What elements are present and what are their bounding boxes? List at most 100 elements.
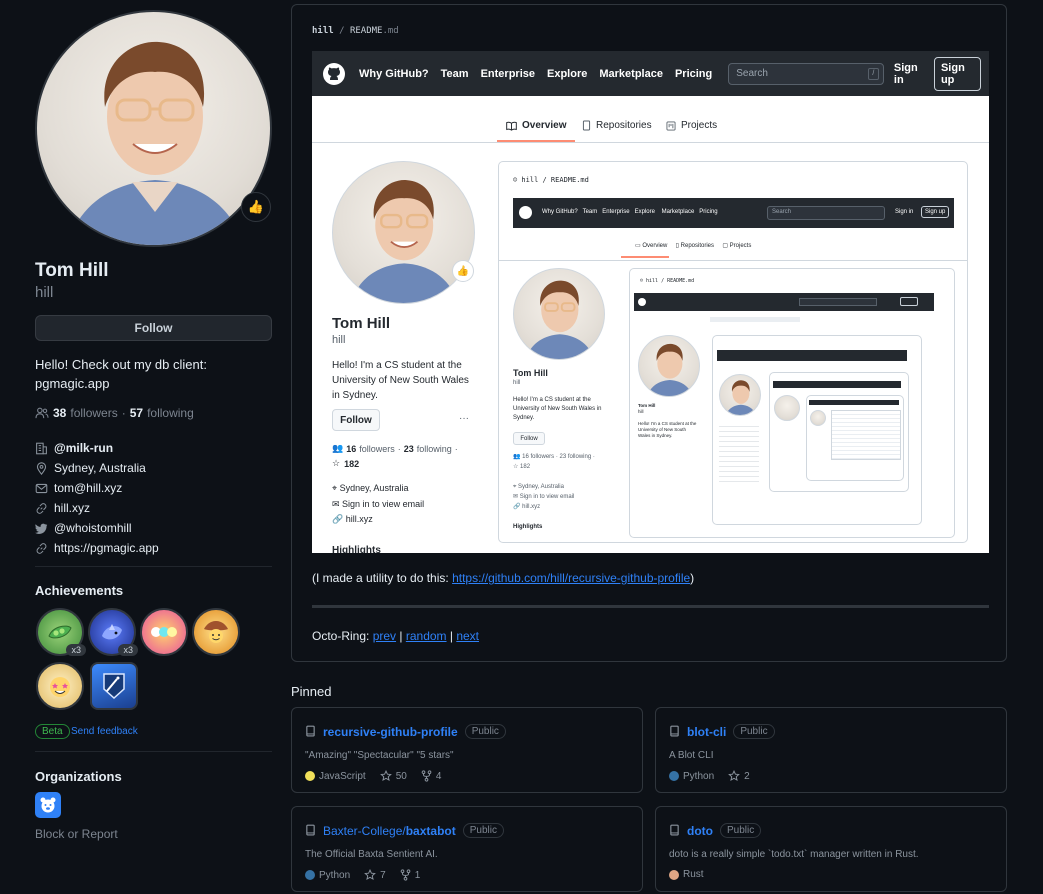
caption-prefix: (I made a utility to do this: (312, 571, 453, 585)
embedded-website: 🔗 hill.xyz (332, 514, 373, 525)
embedded-readme-frame[interactable]: ☺ hill / README.md Why GitHub? Team Ente… (498, 161, 968, 543)
pinned-repo-name-link[interactable]: Baxter-College/baxtabot (323, 824, 456, 838)
octo-ring-prev-link[interactable]: prev (373, 629, 396, 643)
tab-projects[interactable]: Projects (666, 120, 717, 131)
embedded-followers-label[interactable]: followers (359, 444, 395, 454)
yolo-icon (151, 627, 177, 637)
organization-icon (36, 442, 47, 454)
repo-forks-link[interactable]: 4 (421, 770, 441, 782)
profile-bio: Hello! Check out my db client: pgmagic.a… (35, 355, 272, 393)
visibility-badge: Public (733, 724, 775, 739)
embedded-follow-button[interactable]: Follow (332, 409, 380, 431)
embedded-status-emoji-icon[interactable]: 👍 (452, 260, 474, 282)
embedded-search-input[interactable]: Search / (728, 62, 884, 85)
visibility-badge: Public (464, 724, 506, 739)
email-link[interactable]: tom@hill.xyz (54, 481, 122, 495)
pinned-repo-meta: Python 7 1 (305, 869, 420, 881)
extra-link[interactable]: https://pgmagic.app (54, 541, 159, 555)
embedded-mini-header: Why GitHub? Team Enterprise Explore Mark… (513, 198, 954, 228)
embedded-location-text: Sydney, Australia (339, 483, 409, 493)
embedded-email-text[interactable]: Sign in to view email (342, 499, 424, 509)
status-emoji-icon[interactable]: 👍 (241, 192, 271, 222)
embedded-level2-header (634, 293, 934, 311)
embedded-github-header: Why GitHub? Team Enterprise Explore Mark… (312, 51, 989, 96)
repo-icon (670, 725, 679, 737)
embedded-nav-why-github[interactable]: Why GitHub? (359, 68, 429, 80)
send-feedback-link[interactable]: Send feedback (71, 726, 138, 737)
embedded-level3-text: Tom Hill hill Hello! I'm a CS student at t… (638, 403, 697, 438)
embedded-profile-tabs: Overview Repositories Projects (312, 113, 989, 143)
follow-dot: · (121, 406, 126, 420)
embedded-following-label[interactable]: following (417, 444, 452, 454)
follow-button[interactable]: Follow (35, 315, 272, 341)
achievement-badge-pull-shark[interactable]: x3 (88, 608, 138, 656)
repo-forks-count: 1 (414, 869, 421, 881)
achievements-title: Achievements (35, 583, 124, 598)
language-color-dot (669, 869, 679, 880)
readme-file[interactable]: README (350, 26, 383, 36)
embedded-sign-in-link[interactable]: Sign in (894, 62, 924, 86)
recursive-profile-link[interactable]: https://github.com/hill/recursive-github… (452, 571, 690, 585)
embedded-sign-up-button[interactable]: Sign up (933, 56, 981, 91)
embedded-nav-enterprise[interactable]: Enterprise (481, 68, 535, 80)
pinned-repo-header: doto Public (669, 823, 762, 838)
pinned-repo-name-link[interactable]: doto (687, 824, 713, 838)
website-link[interactable]: hill.xyz (54, 501, 90, 515)
block-or-report-link[interactable]: Block or Report (35, 827, 118, 841)
tab-overview-label: Overview (522, 120, 567, 131)
embedded-stars-count[interactable]: 182 (344, 459, 359, 469)
octo-ring-random-link[interactable]: random (406, 629, 447, 643)
repo-stars-link[interactable]: 50 (379, 770, 407, 782)
embedded-location: ⌖ Sydney, Australia (332, 483, 408, 494)
tab-overview[interactable]: Overview (506, 120, 566, 131)
avatar[interactable] (35, 10, 272, 247)
followers-label[interactable]: followers (70, 406, 117, 420)
achievement-badge-arctic-code-vault[interactable] (90, 662, 138, 710)
pinned-repo-name-link[interactable]: blot-cli (687, 725, 726, 739)
pinned-repo-card: doto Public doto is a really simple `tod… (655, 806, 1007, 892)
repo-stars-link[interactable]: 7 (364, 869, 386, 881)
embedded-nav-team[interactable]: Team (441, 68, 469, 80)
embedded-avatar[interactable] (332, 161, 475, 304)
language-color-dot (305, 870, 315, 880)
embedded-level2-tabs (710, 317, 800, 322)
readme-horizontal-rule (312, 605, 989, 608)
tab-repositories[interactable]: Repositories (582, 120, 652, 131)
repo-stars-link[interactable]: 2 (728, 770, 750, 782)
pinned-repo-name-link[interactable]: recursive-github-profile (323, 725, 458, 739)
embedded-level2-name: Tom Hill (513, 368, 548, 378)
embedded-nav-marketplace[interactable]: Marketplace (599, 68, 663, 80)
embedded-following-count[interactable]: 23 (404, 444, 414, 454)
recursive-profile-screenshot[interactable]: Why GitHub? Team Enterprise Explore Mark… (312, 51, 989, 553)
repo-icon (306, 725, 315, 737)
pinned-repo-description: "Amazing" "Spectacular" "5 stars" (305, 750, 454, 761)
mail-icon: ✉ (332, 499, 343, 509)
achievement-badge-quickdraw[interactable] (192, 608, 240, 656)
readme-caption: (I made a utility to do this: https://gi… (312, 571, 694, 585)
embedded-followers-count[interactable]: 16 (346, 444, 356, 454)
readme-box: hill / README.md Why GitHub? Team Enterp… (291, 4, 1007, 662)
followers-count[interactable]: 38 (53, 406, 66, 420)
repo-forks-link[interactable]: 1 (400, 869, 421, 881)
link-icon (36, 502, 47, 514)
following-count[interactable]: 57 (130, 406, 143, 420)
achievement-badge-starstruck[interactable] (36, 662, 84, 710)
octo-ring-next-link[interactable]: next (456, 629, 479, 643)
github-logo-icon (323, 62, 345, 85)
readme-owner[interactable]: hill (312, 26, 334, 36)
avatar-portrait (68, 41, 243, 245)
embedded-website-text[interactable]: hill.xyz (346, 514, 373, 524)
achievement-badge-pair-extraordinaire[interactable]: x3 (36, 608, 86, 656)
twitter-link[interactable]: @whoistomhill (54, 521, 132, 535)
embedded-nav-pricing[interactable]: Pricing (675, 68, 712, 80)
embedded-nav-explore[interactable]: Explore (547, 68, 587, 80)
pinned-repo-card: blot-cli Public A Blot CLI Python 2 (655, 707, 1007, 793)
organization-avatar[interactable] (35, 792, 61, 818)
embedded-more-menu[interactable]: ··· (459, 413, 469, 424)
octo-ring-label: Octo-Ring: (312, 629, 370, 643)
repo-stars-count: 7 (380, 869, 386, 881)
achievement-badge-yolo[interactable] (140, 608, 188, 656)
company-link[interactable]: @milk-run (54, 441, 113, 455)
following-label[interactable]: following (147, 406, 194, 420)
embedded-level3-avatar (638, 335, 700, 397)
